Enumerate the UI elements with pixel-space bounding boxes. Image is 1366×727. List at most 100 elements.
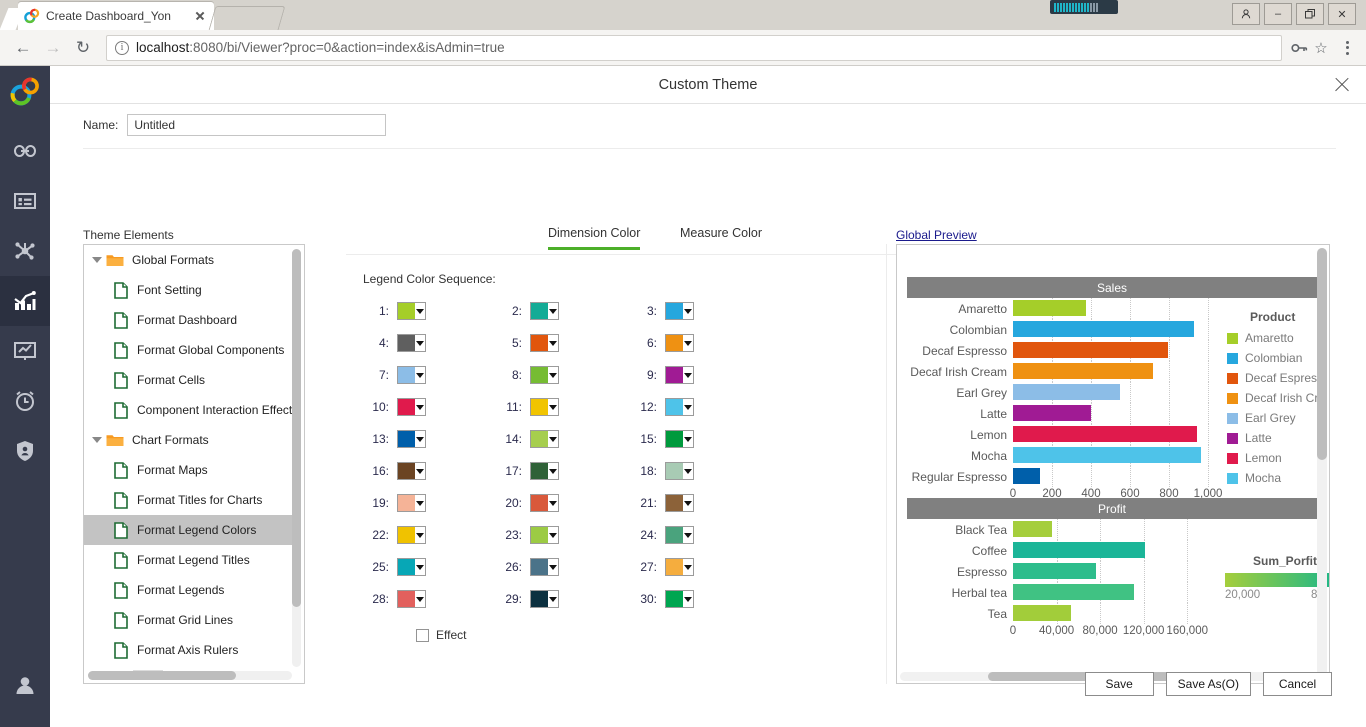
color-swatch[interactable] [666,431,683,447]
chart-bar[interactable] [1013,563,1096,579]
chevron-down-icon[interactable] [415,463,425,479]
color-swatch[interactable] [398,591,415,607]
chevron-down-icon[interactable] [415,399,425,415]
tree-item-component-interaction-effects[interactable]: Component Interaction Effects [84,395,298,425]
color-swatch[interactable] [666,335,683,351]
color-swatch[interactable] [666,399,683,415]
color-picker-30[interactable] [665,590,694,608]
chrome-menu-icon[interactable] [1336,35,1358,61]
color-picker-20[interactable] [530,494,559,512]
chevron-down-icon[interactable] [90,433,104,447]
tree-item-format-cells[interactable]: Format Cells [84,365,292,395]
new-tab-button[interactable] [208,6,286,30]
chart-bar[interactable] [1013,468,1041,484]
color-picker-3[interactable] [665,302,694,320]
close-window-button[interactable]: ✕ [1328,3,1356,25]
chevron-down-icon[interactable] [415,591,425,607]
color-picker-22[interactable] [397,526,426,544]
chevron-down-icon[interactable] [415,335,425,351]
color-swatch[interactable] [666,527,683,543]
tree-item-format-dashboard[interactable]: Format Dashboard [84,305,292,335]
tree-item-format-grid-lines[interactable]: Format Grid Lines [84,605,292,635]
color-swatch[interactable] [398,463,415,479]
color-swatch[interactable] [666,559,683,575]
chart-legend-item[interactable]: Latte [1227,428,1318,448]
chevron-down-icon[interactable] [683,527,693,543]
minimize-button[interactable]: – [1264,3,1292,25]
color-swatch[interactable] [666,591,683,607]
chart-bar[interactable] [1013,426,1198,442]
chart-legend-item[interactable]: Mocha [1227,468,1318,488]
color-picker-21[interactable] [665,494,694,512]
color-picker-6[interactable] [665,334,694,352]
color-swatch[interactable] [398,431,415,447]
tab-dimension-color[interactable]: Dimension Color [548,226,641,250]
chevron-down-icon[interactable] [548,591,558,607]
chevron-down-icon[interactable] [548,335,558,351]
color-picker-11[interactable] [530,398,559,416]
chevron-down-icon[interactable] [548,367,558,383]
color-picker-19[interactable] [397,494,426,512]
sidebar-item-user[interactable] [0,661,50,711]
chevron-down-icon[interactable] [415,431,425,447]
color-swatch[interactable] [531,431,548,447]
chevron-down-icon[interactable] [683,367,693,383]
color-swatch[interactable] [531,335,548,351]
cancel-button[interactable]: Cancel [1263,672,1332,696]
chevron-down-icon[interactable] [415,527,425,543]
color-picker-2[interactable] [530,302,559,320]
color-swatch[interactable] [531,463,548,479]
chart-legend-item[interactable]: Colombian [1227,348,1318,368]
chevron-down-icon[interactable] [548,431,558,447]
tree-item-format-global-components[interactable]: Format Global Components [84,335,292,365]
chevron-down-icon[interactable] [415,495,425,511]
color-picker-8[interactable] [530,366,559,384]
chart-bar[interactable] [1013,384,1121,400]
color-swatch[interactable] [398,335,415,351]
chevron-down-icon[interactable] [683,495,693,511]
effect-checkbox-row[interactable]: Effect [416,628,466,642]
chart-bar[interactable] [1013,605,1072,621]
chevron-down-icon[interactable] [415,559,425,575]
sidebar-item-data-network[interactable] [0,226,50,276]
color-picker-4[interactable] [397,334,426,352]
color-swatch[interactable] [531,559,548,575]
tree-item-chart-formats[interactable]: Chart Formats [84,425,292,455]
color-swatch[interactable] [531,527,548,543]
sidebar-item-security[interactable] [0,426,50,476]
color-picker-25[interactable] [397,558,426,576]
address-bar[interactable]: i localhost:8080/bi/Viewer?proc=0&action… [106,34,1282,61]
password-key-icon[interactable] [1288,37,1310,59]
preview-vertical-scroll-thumb[interactable] [1317,248,1327,460]
color-picker-13[interactable] [397,430,426,448]
color-swatch[interactable] [398,559,415,575]
chevron-down-icon[interactable] [548,527,558,543]
tree-vertical-scrollbar[interactable] [292,249,301,667]
color-picker-1[interactable] [397,302,426,320]
color-picker-17[interactable] [530,462,559,480]
color-picker-26[interactable] [530,558,559,576]
color-swatch[interactable] [531,591,548,607]
tree-item-global-formats[interactable]: Global Formats [84,245,292,275]
sidebar-item-link[interactable] [0,126,50,176]
chevron-down-icon[interactable] [683,303,693,319]
tree-horizontal-scroll-thumb[interactable] [88,671,236,680]
chevron-down-icon[interactable] [683,559,693,575]
color-picker-12[interactable] [665,398,694,416]
chart-bar[interactable] [1013,542,1145,558]
tree-item-format-maps[interactable]: Format Maps [84,455,292,485]
color-picker-18[interactable] [665,462,694,480]
tree-item-font-setting[interactable]: Font Setting [84,275,292,305]
restore-button[interactable] [1296,3,1324,25]
tree-item-format-legends[interactable]: Format Legends [84,575,292,605]
preview-vertical-scrollbar[interactable] [1317,248,1327,676]
chevron-down-icon[interactable] [683,335,693,351]
color-swatch[interactable] [398,399,415,415]
tab-close-icon[interactable] [192,8,208,24]
color-swatch[interactable] [666,303,683,319]
chart-bar[interactable] [1013,405,1091,421]
color-picker-5[interactable] [530,334,559,352]
chevron-down-icon[interactable] [548,559,558,575]
chart-legend-item[interactable]: Decaf Irish Cr [1227,388,1318,408]
color-swatch[interactable] [398,367,415,383]
